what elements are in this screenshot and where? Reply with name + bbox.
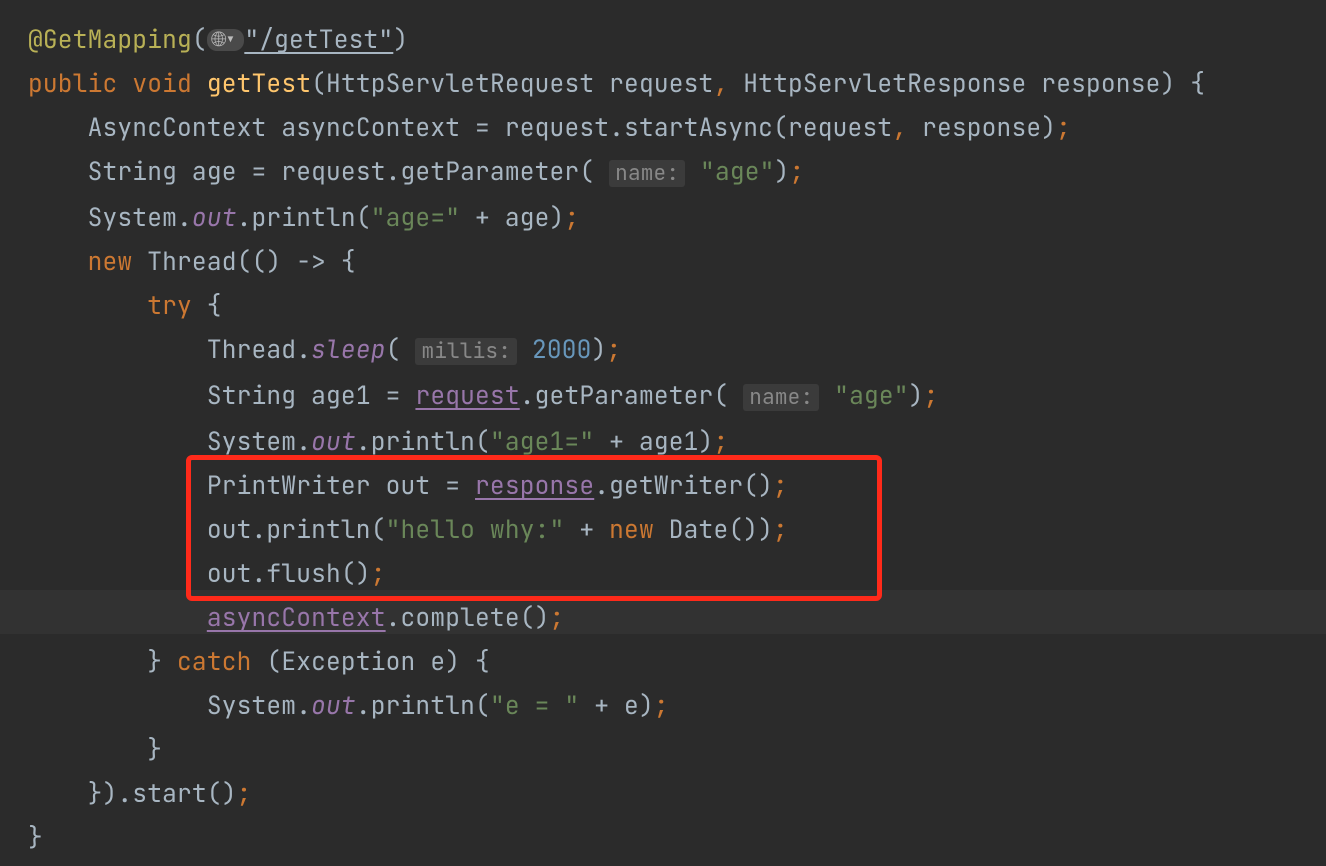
code-line-14: asyncContext.complete(); [28, 602, 564, 634]
code-line-16: System.out.println("e = " + e); [28, 690, 669, 722]
code-line-8: Thread.sleep( millis: 2000); [28, 334, 621, 366]
code-line-12: out.println("hello why:" + new Date()); [28, 514, 788, 546]
web-mapping-icon[interactable]: 🌐▾ [207, 29, 245, 51]
code-line-17: } [28, 734, 162, 766]
code-line-2: public void getTest(HttpServletRequest r… [28, 68, 1205, 100]
code-line-9: String age1 = request.getParameter( name… [28, 380, 938, 412]
code-line-4: String age = request.getParameter( name:… [28, 156, 804, 188]
captured-ref: response [475, 470, 594, 502]
annotation: @GetMapping [28, 24, 192, 56]
mapping-path[interactable]: "/getTest" [244, 24, 393, 56]
captured-ref: asyncContext [207, 602, 386, 634]
code-line-5: System.out.println("age=" + age); [28, 202, 579, 234]
code-line-19: } [28, 822, 43, 854]
code-editor[interactable]: @GetMapping(🌐▾"/getTest") public void ge… [0, 0, 1326, 860]
code-line-7: try { [28, 290, 222, 322]
code-line-6: new Thread(() -> { [28, 246, 356, 278]
code-line-15: } catch (Exception e) { [28, 646, 490, 678]
code-line-3: AsyncContext asyncContext = request.star… [28, 112, 1071, 144]
method-name: getTest [207, 68, 311, 100]
code-line-18: }).start(); [28, 778, 252, 810]
code-line-1: @GetMapping(🌐▾"/getTest") [28, 24, 408, 56]
param-hint: name: [609, 160, 685, 187]
captured-ref: request [415, 380, 519, 412]
param-hint: millis: [415, 338, 517, 365]
code-line-11: PrintWriter out = response.getWriter(); [28, 470, 788, 502]
code-line-10: System.out.println("age1=" + age1); [28, 426, 728, 458]
param-hint: name: [743, 384, 819, 411]
code-line-13: out.flush(); [28, 558, 386, 590]
